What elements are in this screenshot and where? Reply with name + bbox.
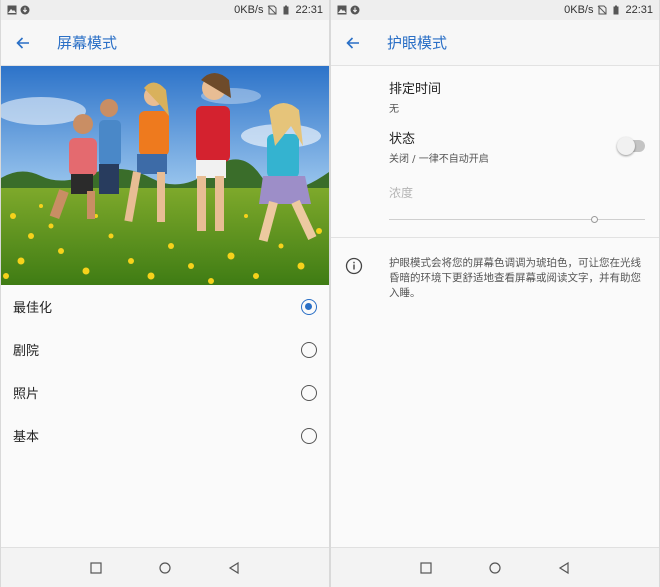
option-cinema[interactable]: 剧院 (1, 328, 329, 371)
home-icon[interactable] (488, 561, 502, 575)
image-notification-icon (337, 5, 347, 15)
screen-mode-options: 最佳化 剧院 照片 基本 (1, 285, 329, 457)
schedule-title: 排定时间 (389, 82, 442, 97)
info-icon (345, 257, 363, 275)
toolbar: 护眼模式 (331, 20, 659, 66)
battery-icon (613, 5, 619, 15)
page-title: 护眼模式 (387, 34, 448, 52)
status-setting[interactable]: 状态 关闭 / 一律不自动开启 (331, 122, 659, 170)
status-value: 关闭 / 一律不自动开启 (389, 153, 489, 165)
radio-checked-icon[interactable] (301, 298, 317, 315)
cloud-download-icon (350, 5, 360, 15)
no-sim-icon (268, 5, 277, 15)
toolbar: 屏幕模式 (1, 20, 329, 66)
radio-unchecked-icon[interactable] (301, 384, 317, 401)
back-button[interactable] (11, 31, 35, 55)
recents-icon[interactable] (89, 561, 103, 575)
status-bar: 0KB/s 22:31 (1, 0, 329, 20)
option-label: 照片 (13, 387, 40, 402)
cloud-download-icon (20, 5, 30, 15)
slider-thumb[interactable] (590, 216, 598, 223)
page-title: 屏幕模式 (57, 34, 118, 52)
radio-unchecked-icon[interactable] (301, 341, 317, 358)
radio-unchecked-icon[interactable] (301, 427, 317, 444)
option-label: 基本 (13, 430, 40, 445)
back-nav-icon[interactable] (557, 561, 571, 575)
intensity-setting: 浓度 (331, 170, 659, 238)
arrow-back-icon (16, 36, 29, 49)
option-basic[interactable]: 基本 (1, 414, 329, 457)
schedule-value: 无 (389, 104, 399, 115)
intensity-label: 浓度 (389, 186, 414, 200)
back-nav-icon[interactable] (227, 561, 241, 575)
option-photo[interactable]: 照片 (1, 371, 329, 414)
navigation-bar (1, 547, 329, 587)
battery-icon (283, 5, 289, 15)
screen-mode-screen: 0KB/s 22:31 屏幕模式 最佳化 剧院 照片 基本 (1, 0, 329, 587)
network-speed: 0KB/s (564, 4, 594, 16)
status-title: 状态 (389, 131, 416, 147)
image-notification-icon (7, 5, 17, 15)
back-button[interactable] (341, 31, 365, 55)
option-optimized[interactable]: 最佳化 (1, 285, 329, 328)
clock: 22:31 (625, 4, 653, 16)
info-section: 护眼模式会将您的屏幕色调调为琥珀色，可让您在光线昏暗的环境下更舒适地查看屏幕或阅… (331, 238, 659, 301)
status-toggle[interactable] (617, 137, 645, 155)
home-icon[interactable] (158, 561, 172, 575)
navigation-bar (331, 547, 659, 587)
arrow-back-icon (346, 36, 359, 49)
intensity-slider[interactable] (389, 216, 645, 223)
status-bar: 0KB/s 22:31 (331, 0, 659, 20)
eye-care-screen: 0KB/s 22:31 护眼模式 排定时间 无 状态 关闭 / 一律不自动开启 … (331, 0, 659, 587)
preview-photo (1, 66, 329, 285)
schedule-setting[interactable]: 排定时间 无 (331, 66, 659, 122)
info-description: 护眼模式会将您的屏幕色调调为琥珀色，可让您在光线昏暗的环境下更舒适地查看屏幕或阅… (389, 257, 641, 299)
option-label: 最佳化 (13, 301, 53, 316)
clock: 22:31 (295, 4, 323, 16)
recents-icon[interactable] (419, 561, 433, 575)
network-speed: 0KB/s (234, 4, 264, 16)
no-sim-icon (598, 5, 607, 15)
option-label: 剧院 (13, 344, 40, 359)
